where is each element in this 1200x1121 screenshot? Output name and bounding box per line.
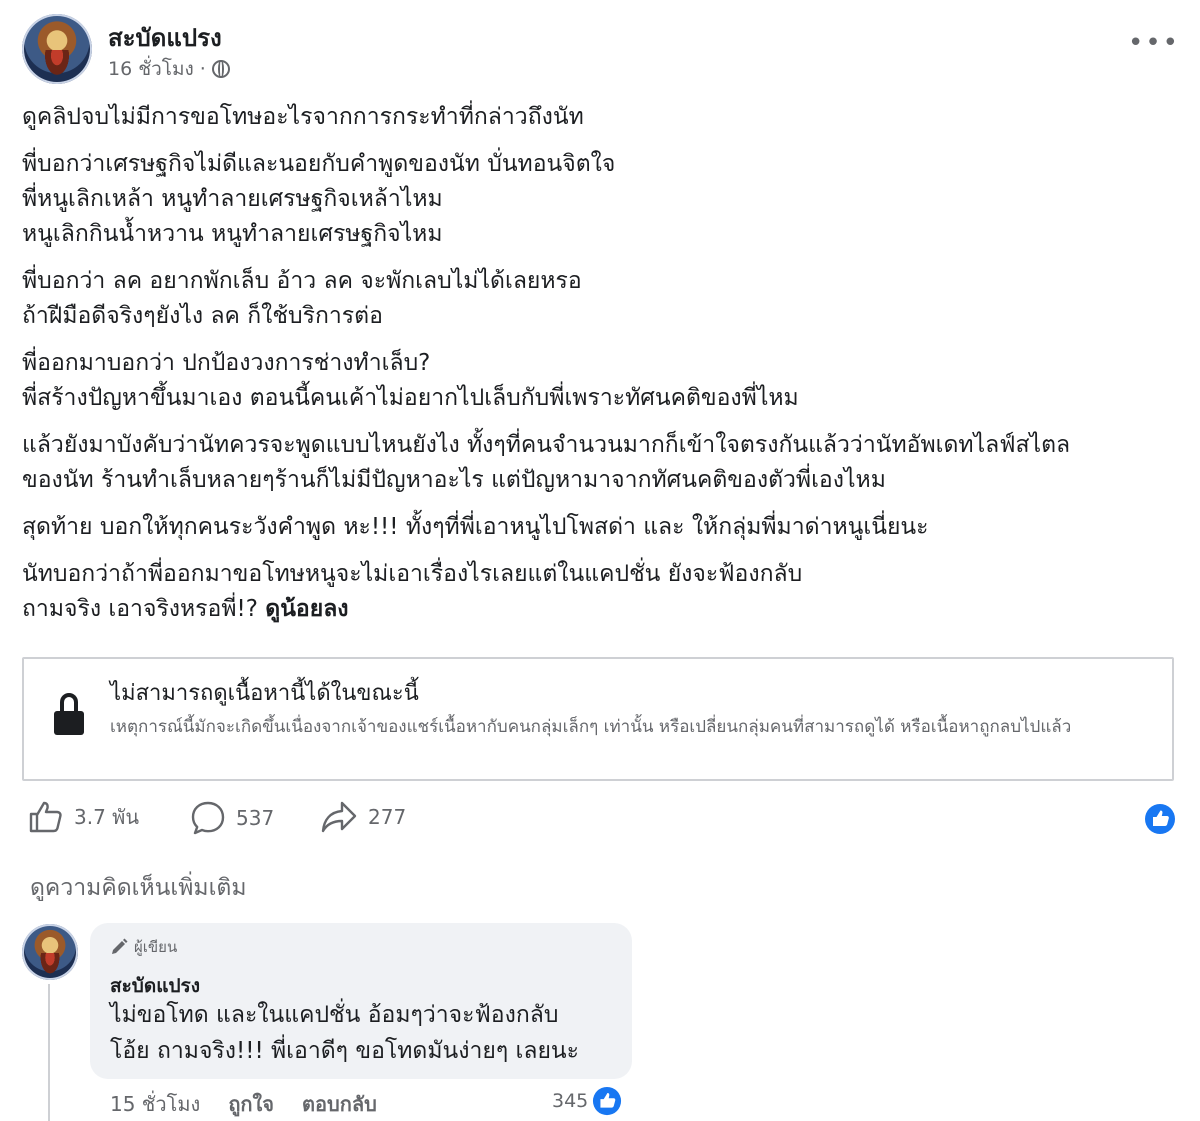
like-button[interactable]: 3.7 พัน [28,800,139,834]
post-line-last: ถามจริง เอาจริงหรอพี่!? ดูน้อยลง [22,592,1182,627]
post-line: พี่บอกว่า ลค อยากพักเล็บ อ้าว ลค จะพักเล… [22,268,582,294]
share-icon [321,801,357,833]
post-line: นัทบอกว่าถ้าพี่ออกมาขอโทษหนูจะไม่เอาเรื่… [22,561,803,587]
post-line: หนูเลิกกินน้ำหวาน หนูทำลายเศรษฐกิจไหม [22,221,443,247]
pencil-icon [112,938,128,954]
comment-button[interactable]: 537 [190,800,274,836]
post-line: สุดท้าย บอกให้ทุกคนระวังคำพูด หะ!!! ทั้ง… [22,514,929,540]
author-badge: ผู้เขียน [110,935,177,959]
like-reaction-icon[interactable] [1144,803,1176,835]
post-paragraph: สุดท้าย บอกให้ทุกคนระวังคำพูด หะ!!! ทั้ง… [22,510,1182,545]
share-button[interactable]: 277 [320,800,406,834]
share-count: 277 [368,805,407,829]
thumbs-up-icon [29,801,62,833]
comment-icon [191,801,225,835]
post-line-text: ถามจริง เอาจริงหรอพี่!? [22,596,266,622]
comment-reaction-count: 345 [552,1090,589,1112]
post-paragraph: พี่ออกมาบอกว่า ปกป้องวงการช่างทำเล็บ? พี… [22,346,1182,416]
comment-reactions[interactable]: 345 [552,1086,622,1116]
unavailable-content-card: ไม่สามารถดูเนื้อหานี้ได้ในขณะนี้ เหตุการ… [22,657,1174,781]
unavailable-description: เหตุการณ์นี้มักจะเกิดขึ้นเนื่องจากเจ้าขอ… [110,717,1072,737]
post-line: พี่ออกมาบอกว่า ปกป้องวงการช่างทำเล็บ? [22,350,431,376]
post-line: ดูคลิปจบไม่มีการขอโทษอะไรจากการกระทำที่ก… [22,104,584,130]
post-author-name[interactable]: สะบัดแปรง [108,18,222,57]
like-reaction-icon [593,1086,622,1116]
commenter-avatar[interactable] [22,924,78,980]
post-paragraph: พี่บอกว่าเศรษฐกิจไม่ดีและนอยกับคำพูดของน… [22,147,1182,252]
view-more-comments-link[interactable]: ดูความคิดเห็นเพิ่มเติม [30,870,247,906]
comment-bubble: ผู้เขียน สะบัดแปรง ไม่ขอโทด และในแคปชั่น… [90,923,632,1079]
author-avatar[interactable] [22,14,92,84]
comment-line: ไม่ขอโทด และในแคปชั่น อ้อมๆว่าจะฟ้องกลับ [110,1002,559,1028]
comment-like-button[interactable]: ถูกใจ [228,1088,274,1120]
comment-count: 537 [236,806,275,830]
post-line: ของนัท ร้านทำเล็บหลายๆร้านก็ไม่มีปัญหาอะ… [22,467,886,493]
post-line: พี่บอกว่าเศรษฐกิจไม่ดีและนอยกับคำพูดของน… [22,151,616,177]
unavailable-title: ไม่สามารถดูเนื้อหานี้ได้ในขณะนี้ [110,681,419,706]
like-count: 3.7 พัน [74,805,140,829]
comment-line: โอ้ย ถามจริง!!! พี่เอาดีๆ ขอโทดมันง่ายๆ … [110,1038,580,1064]
post-paragraph: แล้วยังมาบังคับว่านัทควรจะพูดแบบไหนยังไง… [22,428,1182,498]
lock-icon [54,693,84,737]
post-body: ดูคลิปจบไม่มีการขอโทษอะไรจากการกระทำที่ก… [22,100,1182,639]
comment-actions: 15 ชั่วโมง ถูกใจ ตอบกลับ [110,1088,377,1120]
post-line: พี่หนูเลิกเหล้า หนูทำลายเศรษฐกิจเหล้าไหม [22,186,443,212]
comment-text: ไม่ขอโทด และในแคปชั่น อ้อมๆว่าจะฟ้องกลับ… [110,997,630,1069]
post-line: ถ้าฝีมือดีจริงๆยังไง ลค ก็ใช้บริการต่อ [22,303,383,329]
dot-separator: · [199,58,206,80]
see-less-link[interactable]: ดูน้อยลง [265,596,348,622]
post-line: พี่สร้างปัญหาขึ้นมาเอง ตอนนี้คนเค้าไม่อย… [22,385,799,411]
post-timestamp[interactable]: 16 ชั่วโมง [108,54,194,84]
more-options-button[interactable]: ••• [1128,30,1180,56]
thread-line [48,984,50,1121]
post-line: แล้วยังมาบังคับว่านัทควรจะพูดแบบไหนยังไง… [22,432,1071,458]
engagement-bar: 3.7 พัน 537 277 [28,800,1178,840]
comment-timestamp[interactable]: 15 ชั่วโมง [110,1088,200,1120]
globe-icon [211,60,230,78]
comment-reply-button[interactable]: ตอบกลับ [302,1088,377,1120]
author-badge-label: ผู้เขียน [134,938,178,956]
post-paragraph: ดูคลิปจบไม่มีการขอโทษอะไรจากการกระทำที่ก… [22,100,1182,135]
post-meta: 16 ชั่วโมง · [108,54,230,84]
post-paragraph: นัทบอกว่าถ้าพี่ออกมาขอโทษหนูจะไม่เอาเรื่… [22,557,1182,627]
post-paragraph: พี่บอกว่า ลค อยากพักเล็บ อ้าว ลค จะพักเล… [22,264,1182,334]
